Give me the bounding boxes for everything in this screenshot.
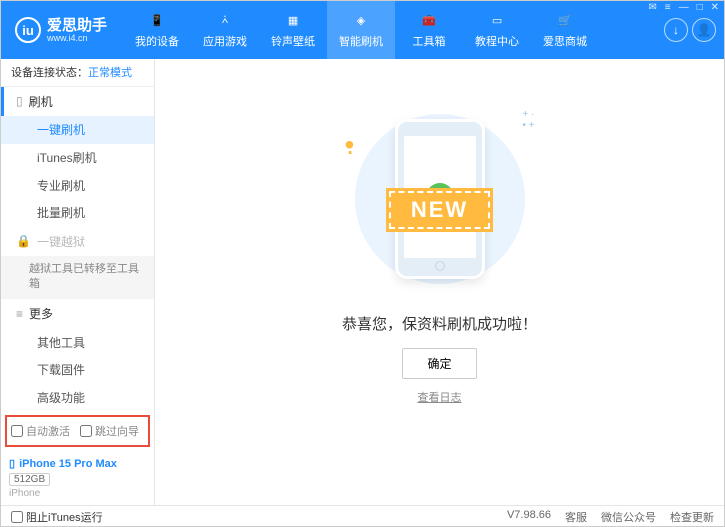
sidebar-item-pro-flash[interactable]: 专业刷机 [1, 171, 154, 199]
device-type: iPhone [9, 488, 146, 499]
sidebar-item-other-tools[interactable]: 其他工具 [1, 328, 154, 356]
logo-icon: iu [15, 17, 41, 43]
nav-toolbox[interactable]: 🧰工具箱 [395, 1, 463, 59]
sidebar-item-download-firmware[interactable]: 下载固件 [1, 356, 154, 384]
download-button[interactable]: ↓ [664, 18, 688, 42]
maximize-icon[interactable]: □ [697, 2, 703, 13]
checkbox-block-itunes[interactable]: 阻止iTunes运行 [11, 509, 103, 525]
jailbreak-note: 越狱工具已转移至工具箱 [1, 256, 154, 299]
nav-flash[interactable]: ◈智能刷机 [327, 1, 395, 59]
flash-icon: ◈ [352, 12, 370, 30]
section-jailbreak: 🔒 一键越狱 [1, 226, 154, 256]
device-storage: 512GB [9, 473, 50, 486]
sidebar-item-oneclick-flash[interactable]: 一键刷机 [1, 116, 154, 144]
feedback-icon[interactable]: ✉ [648, 2, 656, 13]
lock-icon: 🔒 [16, 234, 31, 248]
nav-tutorial[interactable]: ▭教程中心 [463, 1, 531, 59]
view-log-link[interactable]: 查看日志 [418, 389, 462, 405]
nav-ringtones[interactable]: ▦铃声壁纸 [259, 1, 327, 59]
checkbox-auto-activate[interactable]: 自动激活 [11, 423, 70, 439]
success-illustration: •. + ·• + ✓ NEW [340, 99, 540, 299]
sidebar-item-itunes-flash[interactable]: iTunes刷机 [1, 144, 154, 172]
app-header: iu 爱思助手 www.i4.cn 📱我的设备 ⩑应用游戏 ▦铃声壁纸 ◈智能刷… [1, 1, 724, 59]
section-more[interactable]: ≡ 更多 [1, 299, 154, 329]
phone-icon: 📱 [148, 12, 166, 30]
image-icon: ▦ [284, 12, 302, 30]
app-url: www.i4.cn [47, 33, 107, 43]
version-label: V7.98.66 [507, 509, 551, 525]
apps-icon: ⩑ [216, 12, 234, 30]
close-icon[interactable]: ✕ [711, 2, 719, 13]
new-ribbon: NEW [389, 191, 490, 229]
user-button[interactable]: 👤 [692, 18, 716, 42]
minimize-icon[interactable]: — [679, 2, 689, 13]
section-flash[interactable]: ▯ 刷机 [1, 87, 154, 117]
toolbox-icon: 🧰 [420, 12, 438, 30]
nav-apps[interactable]: ⩑应用游戏 [191, 1, 259, 59]
footer-link-update[interactable]: 检查更新 [670, 509, 714, 525]
sidebar-item-batch-flash[interactable]: 批量刷机 [1, 199, 154, 227]
ok-button[interactable]: 确定 [402, 348, 476, 379]
main-content: •. + ·• + ✓ NEW 恭喜您，保资料刷机成功啦！ 确定 查看日志 [155, 59, 724, 505]
footer: 阻止iTunes运行 V7.98.66 客服 微信公众号 检查更新 [1, 505, 724, 527]
sidebar-item-advanced[interactable]: 高级功能 [1, 383, 154, 411]
highlight-box: 自动激活 跳过向导 [5, 415, 150, 447]
top-nav: 📱我的设备 ⩑应用游戏 ▦铃声壁纸 ◈智能刷机 🧰工具箱 ▭教程中心 🛒爱思商城 [123, 1, 599, 59]
sidebar: 设备连接状态： 正常模式 ▯ 刷机 一键刷机 iTunes刷机 专业刷机 批量刷… [1, 59, 155, 505]
menu-icon[interactable]: ≡ [665, 2, 671, 13]
connection-status: 设备连接状态： 正常模式 [1, 59, 154, 87]
cart-icon: 🛒 [556, 12, 574, 30]
logo: iu 爱思助手 www.i4.cn [9, 17, 113, 43]
success-message: 恭喜您，保资料刷机成功啦！ [342, 313, 537, 334]
nav-my-device[interactable]: 📱我的设备 [123, 1, 191, 59]
phone-small-icon: ▯ [16, 94, 23, 108]
device-phone-icon: ▯ [9, 457, 15, 470]
checkbox-skip-wizard[interactable]: 跳过向导 [80, 423, 139, 439]
device-name: ▯iPhone 15 Pro Max [9, 457, 146, 470]
footer-link-wechat[interactable]: 微信公众号 [601, 509, 656, 525]
book-icon: ▭ [488, 12, 506, 30]
footer-link-support[interactable]: 客服 [565, 509, 587, 525]
app-title: 爱思助手 [47, 18, 107, 33]
list-icon: ≡ [16, 307, 23, 321]
device-info[interactable]: ▯iPhone 15 Pro Max 512GB iPhone [1, 451, 154, 505]
nav-store[interactable]: 🛒爱思商城 [531, 1, 599, 59]
